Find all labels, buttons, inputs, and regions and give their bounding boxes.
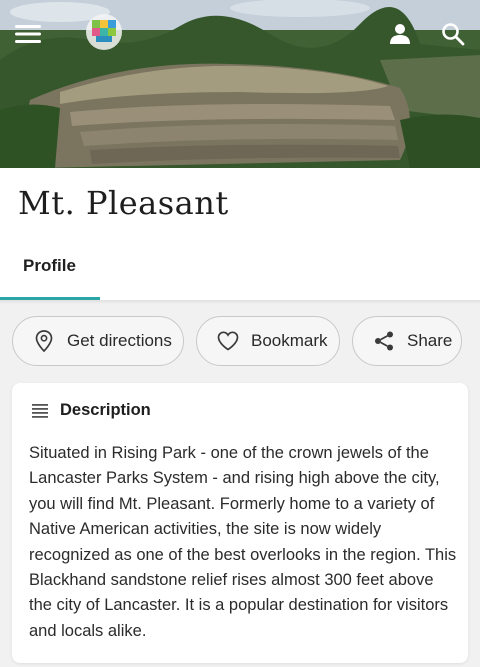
get-directions-button[interactable]: Get directions: [12, 316, 184, 366]
bookmark-label: Bookmark: [251, 331, 328, 350]
tab-profile[interactable]: Profile: [0, 240, 100, 300]
share-icon: [375, 331, 393, 351]
tab-profile-label: Profile: [23, 256, 76, 275]
hamburger-menu-icon: [15, 25, 41, 43]
menu-button[interactable]: [8, 14, 48, 54]
description-header: Description: [32, 401, 151, 420]
city-logo[interactable]: [84, 12, 124, 52]
search-button[interactable]: [433, 14, 473, 54]
share-label: Share: [407, 331, 453, 350]
user-icon: [390, 24, 410, 44]
action-bar: Get directions Bookmark Share: [0, 316, 480, 366]
divider: [0, 300, 480, 304]
page-title: Mt. Pleasant: [18, 184, 229, 222]
hero-image: [0, 0, 480, 168]
share-button[interactable]: Share: [352, 316, 462, 366]
user-button[interactable]: [380, 14, 420, 54]
description-heading: Description: [60, 401, 151, 419]
bookmark-button[interactable]: Bookmark: [196, 316, 340, 366]
description-text: Situated in Rising Park - one of the cro…: [29, 444, 457, 640]
description-card: Description Situated in Rising Park - on…: [12, 383, 468, 663]
text-lines-icon: [32, 403, 48, 418]
search-icon: [442, 23, 465, 46]
map-pin-icon: [35, 330, 53, 352]
get-directions-label: Get directions: [67, 331, 172, 350]
title-section: Mt. Pleasant Profile: [0, 168, 480, 300]
heart-icon: [217, 331, 239, 351]
